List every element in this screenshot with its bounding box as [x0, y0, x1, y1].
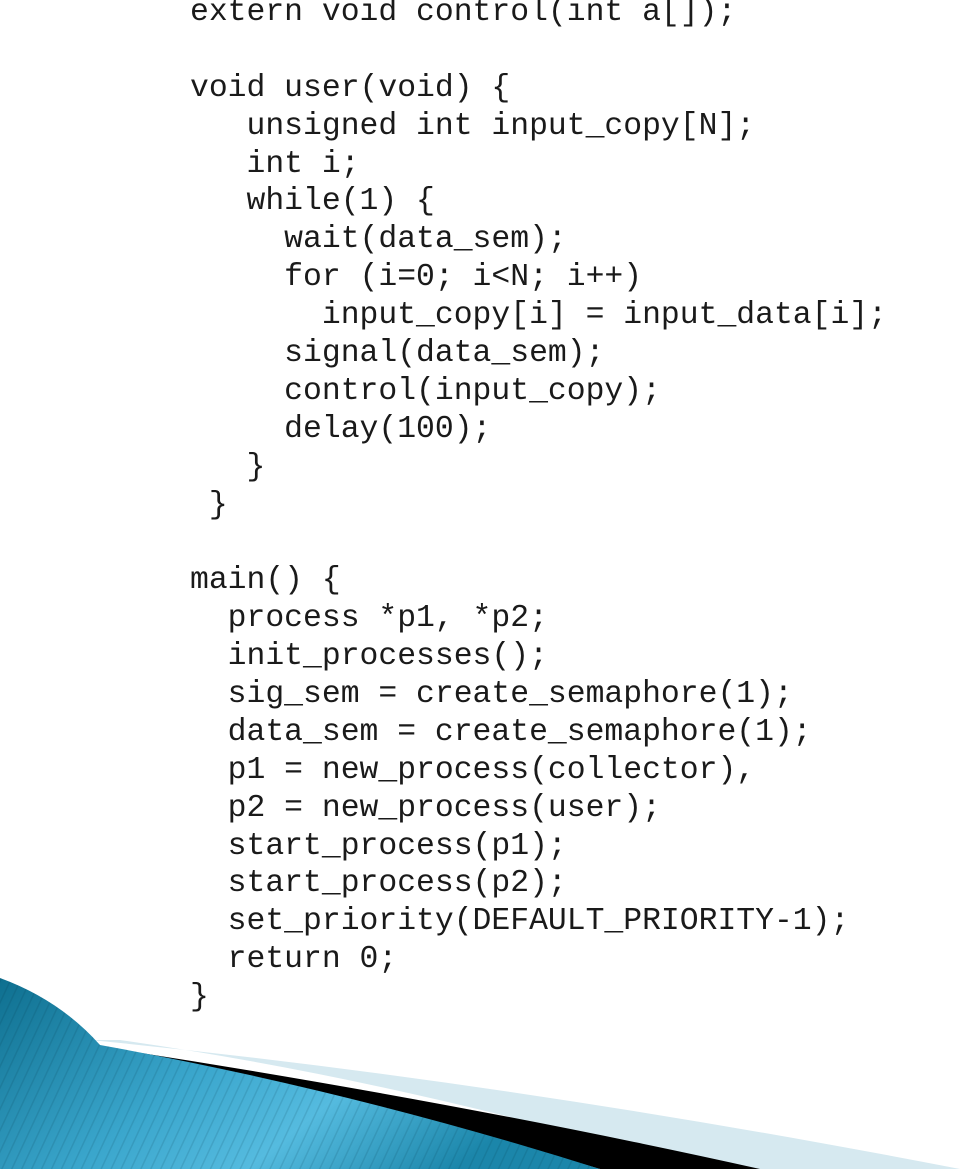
- code-line: main() {: [190, 563, 341, 599]
- code-line: set_priority(DEFAULT_PRIORITY-1);: [190, 904, 850, 940]
- code-line: input_copy[i] = input_data[i];: [190, 298, 887, 334]
- code-line: init_processes();: [190, 639, 548, 675]
- wave-pale-band: [90, 1040, 960, 1169]
- code-line: for (i=0; i<N; i++): [190, 260, 643, 296]
- code-line: p2 = new_process(user);: [190, 790, 661, 826]
- code-line: }: [190, 487, 228, 523]
- code-line: wait(data_sem);: [190, 222, 567, 258]
- code-line: int i;: [190, 146, 360, 182]
- code-line: void user(void) {: [190, 70, 511, 106]
- code-line: process *p1, *p2;: [190, 601, 548, 637]
- code-line: }: [190, 449, 266, 485]
- code-line: delay(100);: [190, 411, 492, 447]
- code-line: extern void control(int a[]);: [190, 0, 737, 30]
- code-line: control(input_copy);: [190, 373, 661, 409]
- code-line: start_process(p1);: [190, 828, 567, 864]
- code-line: p1 = new_process(collector),: [190, 752, 756, 788]
- code-line: signal(data_sem);: [190, 336, 605, 372]
- code-line: start_process(p2);: [190, 866, 567, 902]
- code-line: unsigned int input_copy[N];: [190, 108, 756, 144]
- code-line: while(1) {: [190, 184, 435, 220]
- code-line: return 0;: [190, 942, 398, 978]
- code-line: }: [190, 980, 209, 1016]
- wave-black-band: [90, 1045, 760, 1169]
- code-line: data_sem = create_semaphore(1);: [190, 714, 812, 750]
- code-line: sig_sem = create_semaphore(1);: [190, 677, 793, 713]
- code-block: extern void control(int a[]); void user(v…: [190, 0, 887, 1017]
